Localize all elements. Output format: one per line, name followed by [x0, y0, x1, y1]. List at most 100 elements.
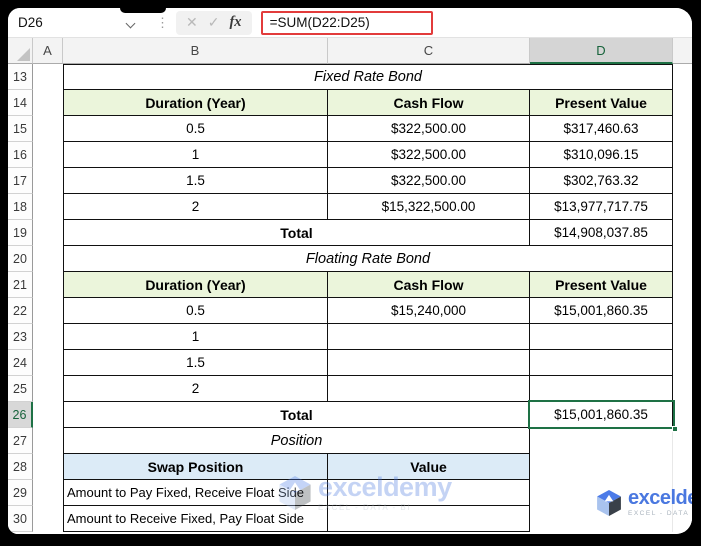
cell-A29[interactable]: [33, 480, 63, 506]
cell-B19[interactable]: Total: [63, 220, 530, 246]
row-header-29[interactable]: 29: [8, 480, 33, 506]
watermark-logo: exceldemy EXCEL - DATA - BI: [596, 488, 692, 518]
row-header-15[interactable]: 15: [8, 116, 33, 142]
cell-B17[interactable]: 1.5: [63, 168, 328, 194]
cell-A15[interactable]: [33, 116, 63, 142]
cell-D15[interactable]: $317,460.63: [530, 116, 673, 142]
grid-filler: [673, 168, 692, 194]
row-header-26[interactable]: 26: [8, 402, 33, 428]
insert-function-icon[interactable]: fx: [229, 14, 241, 31]
cell-C18[interactable]: $15,322,500.00: [328, 194, 530, 220]
cell-A13[interactable]: [33, 64, 63, 90]
cell-A27[interactable]: [33, 428, 63, 454]
cell-A25[interactable]: [33, 376, 63, 402]
cell-A14[interactable]: [33, 90, 63, 116]
cell-B13[interactable]: Fixed Rate Bond: [63, 64, 673, 90]
row-header-16[interactable]: 16: [8, 142, 33, 168]
cell-D24[interactable]: [530, 350, 673, 376]
cell-B27[interactable]: Position: [63, 428, 530, 454]
cell-A18[interactable]: [33, 194, 63, 220]
row-header-21[interactable]: 21: [8, 272, 33, 298]
row-header-30[interactable]: 30: [8, 506, 33, 532]
row-header-22[interactable]: 22: [8, 298, 33, 324]
cell-A22[interactable]: [33, 298, 63, 324]
commit-icon[interactable]: ✓: [208, 14, 220, 31]
cell-C22[interactable]: $15,240,000: [328, 298, 530, 324]
cell-A26[interactable]: [33, 402, 63, 428]
cell-B24[interactable]: 1.5: [63, 350, 328, 376]
cell-B14[interactable]: Duration (Year): [63, 90, 328, 116]
cell-D26[interactable]: $15,001,860.35: [530, 402, 673, 428]
grid-filler: [673, 428, 692, 454]
row-header-24[interactable]: 24: [8, 350, 33, 376]
cell-D22[interactable]: $15,001,860.35: [530, 298, 673, 324]
cell-D25[interactable]: [530, 376, 673, 402]
row-header-20[interactable]: 20: [8, 246, 33, 272]
watermark-brand: exceldemy: [628, 487, 692, 509]
cell-B15[interactable]: 0.5: [63, 116, 328, 142]
cell-B16[interactable]: 1: [63, 142, 328, 168]
cell-D21[interactable]: Present Value: [530, 272, 673, 298]
cell-C16[interactable]: $322,500.00: [328, 142, 530, 168]
cell-D17[interactable]: $302,763.32: [530, 168, 673, 194]
row-header-13[interactable]: 13: [8, 64, 33, 90]
grid-filler: [673, 246, 692, 272]
row-header-17[interactable]: 17: [8, 168, 33, 194]
formula-buttons-group: ✕ ✓ fx: [176, 10, 252, 35]
cell-B22[interactable]: 0.5: [63, 298, 328, 324]
column-header-C[interactable]: C: [328, 38, 530, 64]
cell-A23[interactable]: [33, 324, 63, 350]
drag-handle-dots-icon[interactable]: ⋮: [148, 15, 174, 31]
row-header-19[interactable]: 19: [8, 220, 33, 246]
cell-C14[interactable]: Cash Flow: [328, 90, 530, 116]
column-header-D[interactable]: D: [530, 38, 673, 64]
cell-B26[interactable]: Total: [63, 402, 530, 428]
cell-A20[interactable]: [33, 246, 63, 272]
cell-D27[interactable]: [530, 428, 673, 454]
watermark-tagline: EXCEL - DATA - BI: [628, 510, 692, 517]
row-header-14[interactable]: 14: [8, 90, 33, 116]
cell-A19[interactable]: [33, 220, 63, 246]
cell-A21[interactable]: [33, 272, 63, 298]
name-box[interactable]: D26: [8, 10, 148, 36]
cell-B20[interactable]: Floating Rate Bond: [63, 246, 673, 272]
cell-B25[interactable]: 2: [63, 376, 328, 402]
sheet-area: 13 Fixed Rate Bond 14 Duration (Year) Cash F…: [8, 64, 692, 534]
select-all-corner[interactable]: [8, 38, 33, 64]
cell-D28[interactable]: [530, 454, 673, 480]
cell-D14[interactable]: Present Value: [530, 90, 673, 116]
row-header-25[interactable]: 25: [8, 376, 33, 402]
cell-C25[interactable]: [328, 376, 530, 402]
cell-C24[interactable]: [328, 350, 530, 376]
column-header-A[interactable]: A: [33, 38, 63, 64]
cell-D23[interactable]: [530, 324, 673, 350]
cell-A28[interactable]: [33, 454, 63, 480]
cell-A24[interactable]: [33, 350, 63, 376]
cancel-icon[interactable]: ✕: [186, 14, 198, 31]
cell-C23[interactable]: [328, 324, 530, 350]
row-header-23[interactable]: 23: [8, 324, 33, 350]
column-header-B[interactable]: B: [63, 38, 328, 64]
row-header-18[interactable]: 18: [8, 194, 33, 220]
cell-B18[interactable]: 2: [63, 194, 328, 220]
formula-input[interactable]: =SUM(D22:D25): [260, 10, 433, 35]
spreadsheet-window: D26 ⋮ ✕ ✓ fx =SUM(D22:D25) ABCD 13 Fixed …: [8, 8, 692, 534]
cell-C17[interactable]: $322,500.00: [328, 168, 530, 194]
cell-B23[interactable]: 1: [63, 324, 328, 350]
sheet-grid: 13 Fixed Rate Bond 14 Duration (Year) Cash F…: [8, 64, 692, 532]
chevron-down-icon[interactable]: [125, 18, 136, 28]
formula-text: =SUM(D22:D25): [269, 15, 370, 30]
row-header-27[interactable]: 27: [8, 428, 33, 454]
grid-filler: [673, 90, 692, 116]
cell-A16[interactable]: [33, 142, 63, 168]
cell-C21[interactable]: Cash Flow: [328, 272, 530, 298]
cell-A30[interactable]: [33, 506, 63, 532]
cell-B21[interactable]: Duration (Year): [63, 272, 328, 298]
cell-C15[interactable]: $322,500.00: [328, 116, 530, 142]
cell-A17[interactable]: [33, 168, 63, 194]
cell-D19[interactable]: $14,908,037.85: [530, 220, 673, 246]
formula-bar: D26 ⋮ ✕ ✓ fx =SUM(D22:D25): [8, 8, 692, 38]
row-header-28[interactable]: 28: [8, 454, 33, 480]
cell-D16[interactable]: $310,096.15: [530, 142, 673, 168]
cell-D18[interactable]: $13,977,717.75: [530, 194, 673, 220]
